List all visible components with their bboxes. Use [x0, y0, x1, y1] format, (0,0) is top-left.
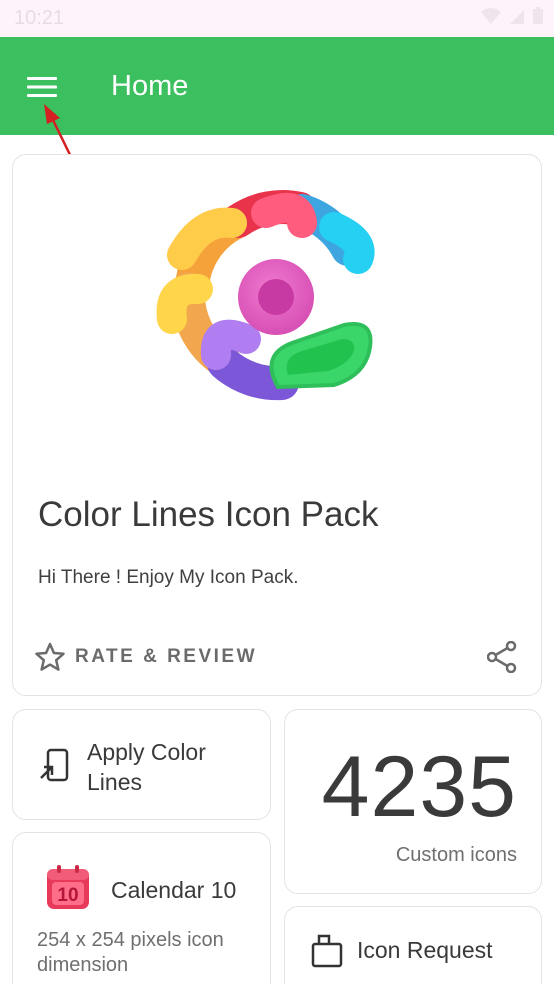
- share-button[interactable]: [485, 639, 519, 675]
- icon-request-card[interactable]: Icon Request: [284, 906, 542, 984]
- app-logo-icon: [156, 190, 375, 401]
- calendar-title: Calendar 10: [111, 877, 237, 903]
- status-icons: [480, 6, 544, 26]
- status-bar: 10:21: [0, 0, 554, 37]
- star-outline-icon: [35, 642, 65, 671]
- apply-launcher-icon: [40, 748, 69, 782]
- rate-review-button[interactable]: RATE & REVIEW: [35, 639, 257, 675]
- calendar-description: 254 x 254 pixels icon dimension: [37, 929, 224, 976]
- rate-review-label: RATE & REVIEW: [75, 646, 258, 667]
- apply-card[interactable]: Apply Color Lines: [12, 709, 271, 820]
- calendar-icon: 10: [47, 865, 89, 909]
- hero-title: Color Lines Icon Pack: [38, 495, 379, 534]
- icon-count-card: 4235 Custom icons: [284, 709, 542, 894]
- share-icon: [487, 641, 517, 673]
- page-title: Home: [111, 70, 189, 102]
- request-icon: [311, 934, 343, 968]
- signal-icon: [510, 10, 524, 24]
- status-time: 10:21: [14, 7, 65, 29]
- icon-count-label: Custom icons: [395, 844, 517, 866]
- icon-count-value: 4235: [321, 739, 517, 835]
- hero-subtitle: Hi There ! Enjoy My Icon Pack.: [38, 567, 299, 588]
- icon-request-label: Icon Request: [357, 937, 493, 963]
- menu-button[interactable]: [18, 67, 66, 107]
- hero-card: Color Lines Icon Pack Hi There ! Enjoy M…: [12, 154, 542, 696]
- apply-label: Apply Color Lines: [87, 739, 206, 795]
- wifi-icon: [481, 8, 501, 24]
- hamburger-menu-icon: [27, 77, 57, 97]
- calendar-card[interactable]: 10 Calendar 10 254 x 254 pixels icon dim…: [12, 832, 271, 984]
- battery-icon: [533, 7, 543, 24]
- app-bar: Home: [0, 37, 554, 135]
- calendar-icon-text: 10: [57, 885, 78, 906]
